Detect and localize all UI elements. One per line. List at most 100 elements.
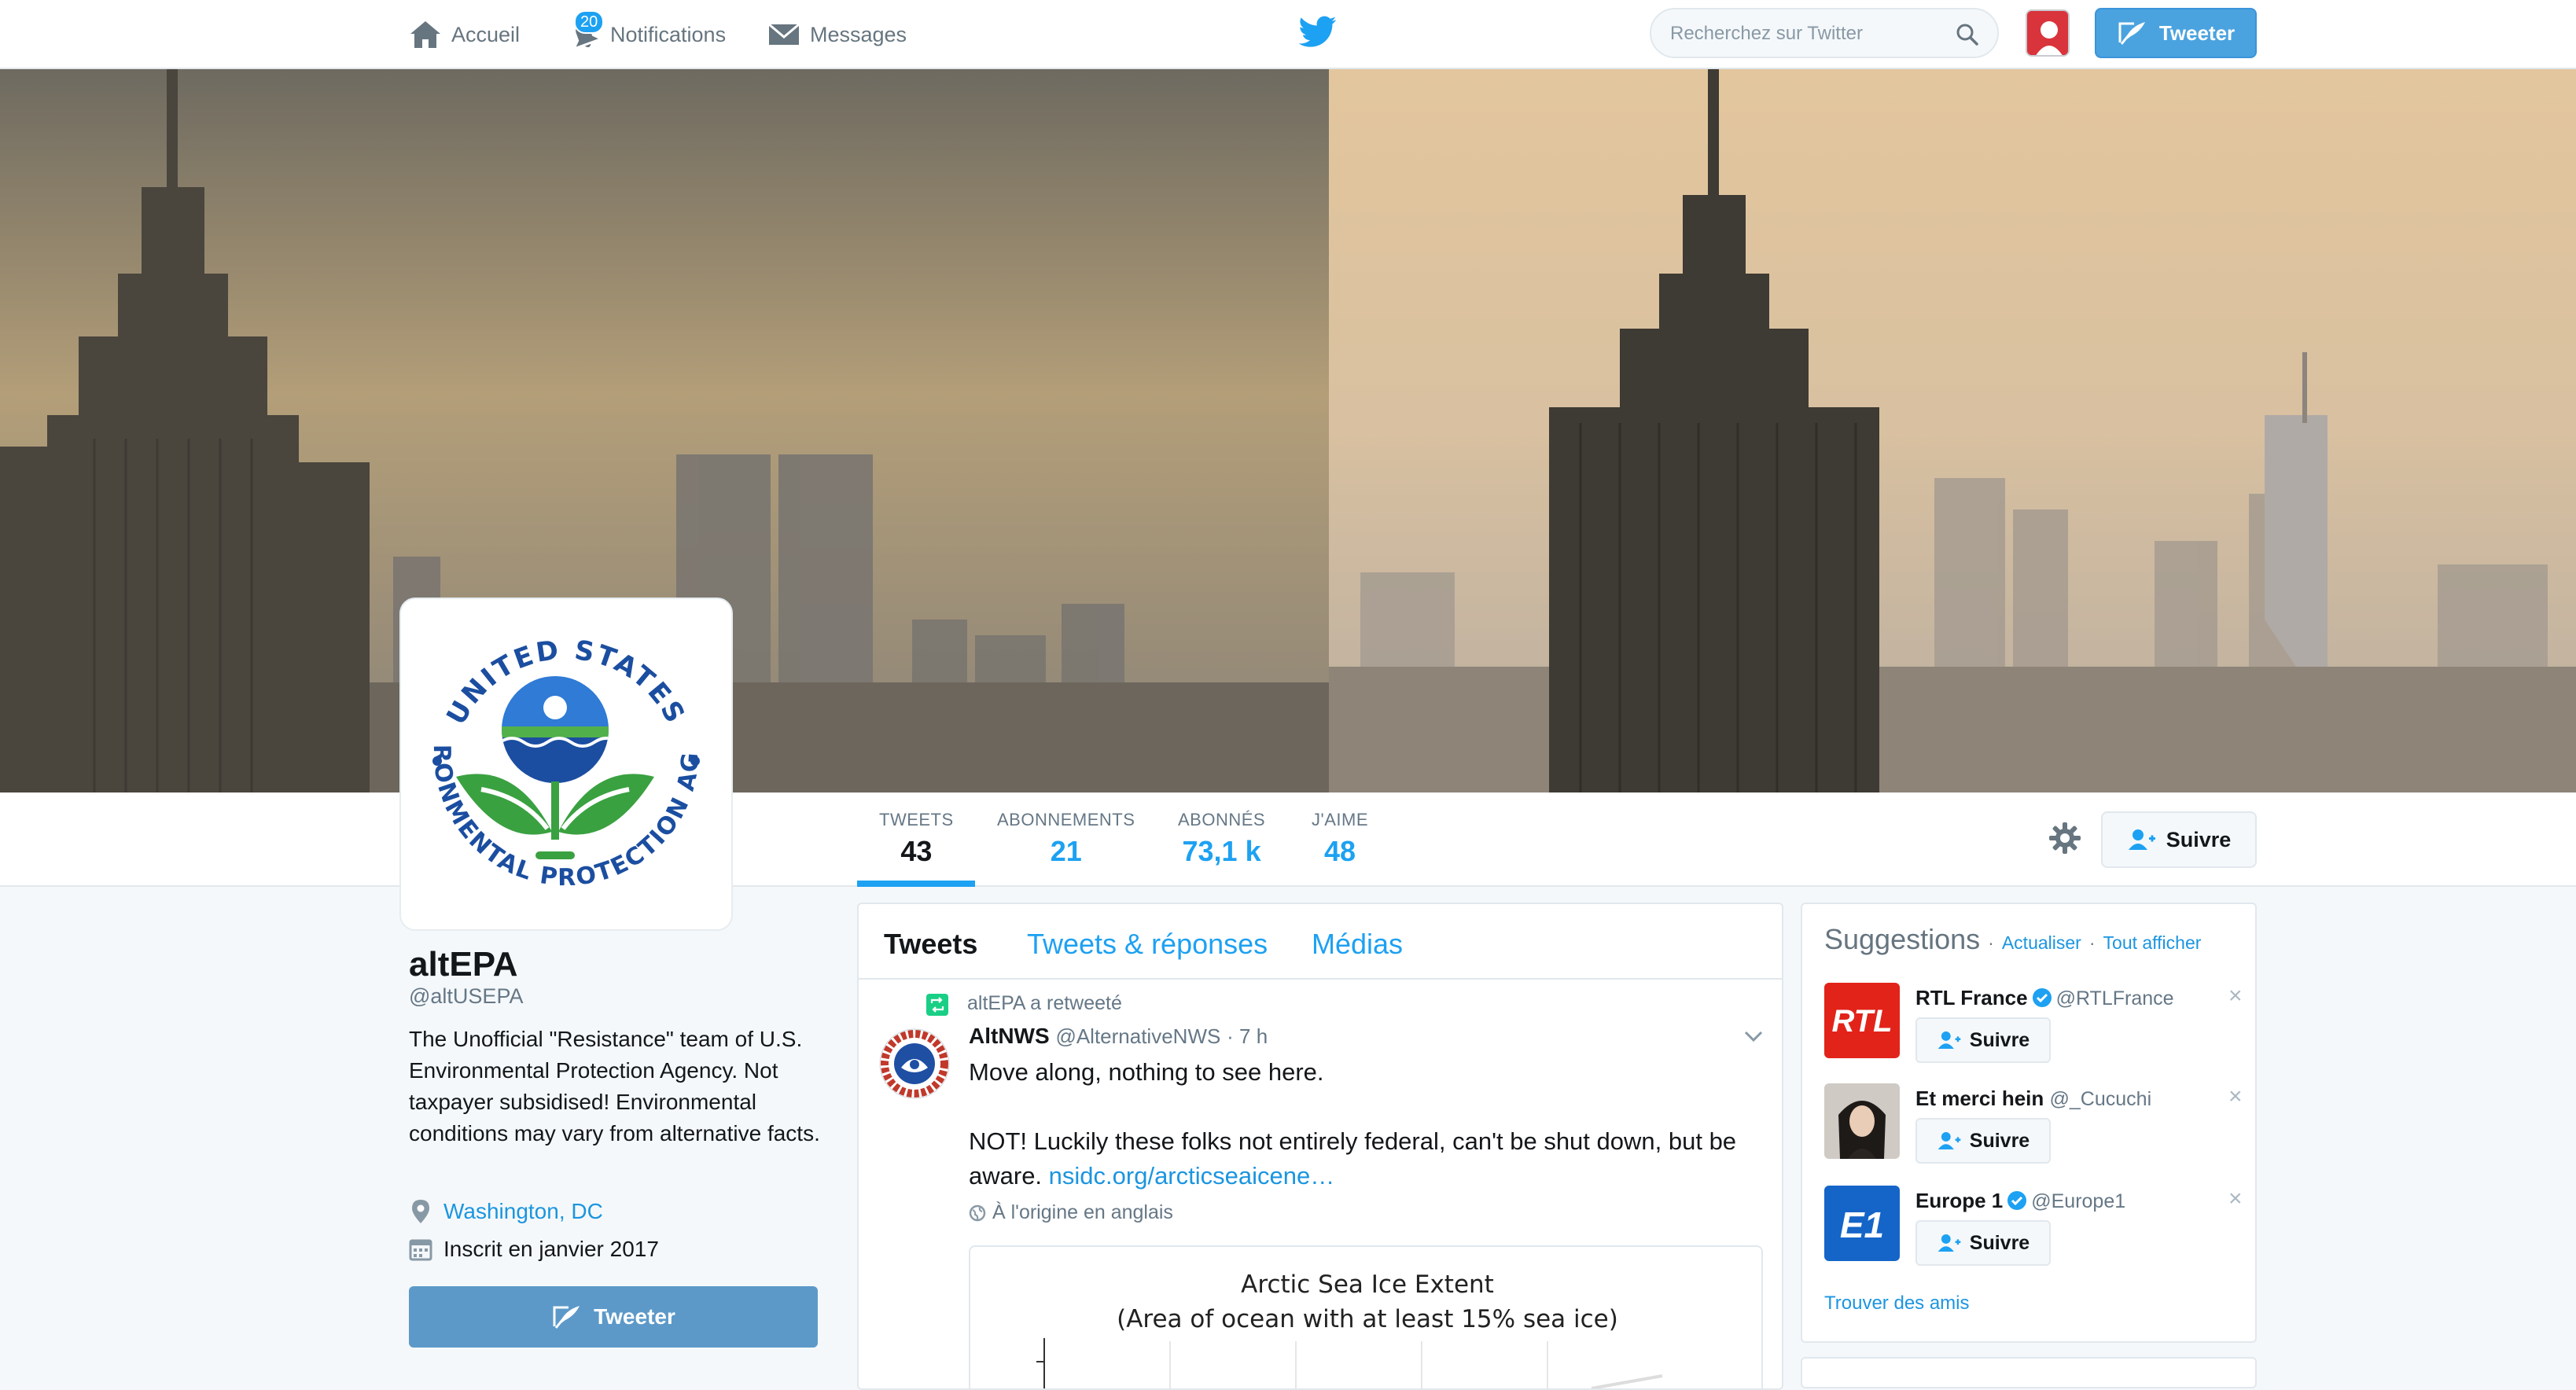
follow-user-icon <box>1938 1031 1961 1049</box>
profile-name[interactable]: altEPA <box>409 945 518 984</box>
tweet-to-user-button[interactable]: Tweeter <box>409 1286 818 1348</box>
stat-following[interactable]: ABONNEMENTS 21 <box>997 810 1135 868</box>
stat-likes-value: 48 <box>1323 835 1356 867</box>
tweet-text-line-1: Move along, nothing to see here. <box>969 1058 1324 1086</box>
stat-tweets-value: 43 <box>900 835 933 867</box>
trends-panel <box>1801 1357 2257 1388</box>
suggestion-name-line[interactable]: RTL France @RTLFrance <box>1915 986 2174 1010</box>
calendar-icon <box>409 1239 432 1261</box>
envelope-icon <box>766 17 802 53</box>
search-icon[interactable] <box>1955 22 1980 47</box>
suggestion-name-line[interactable]: Et merci hein @_Cucuchi <box>1915 1087 2151 1111</box>
tweet-text-line-2: NOT! Luckily these folks not entirely fe… <box>969 1124 1763 1193</box>
suggestion-follow-button[interactable]: Suivre <box>1915 1220 2051 1266</box>
follow-user-icon <box>1938 1132 1961 1149</box>
find-friends-link[interactable]: Trouver des amis <box>1824 1293 1970 1315</box>
verified-badge-icon <box>2032 988 2052 1007</box>
suggestion-name: Europe 1 <box>1915 1189 2004 1212</box>
nav-messages-label: Messages <box>810 22 907 46</box>
twitter-bird-icon[interactable] <box>1298 16 1337 50</box>
nav-home[interactable]: Accueil <box>407 14 520 55</box>
suggestions-header: Suggestions · Actualiser · Tout afficher <box>1824 923 2201 956</box>
suggestion-handle: @RTLFrance <box>2055 987 2174 1009</box>
stat-following-value: 21 <box>1050 835 1082 867</box>
suggestion-avatar-rtl[interactable]: RTL <box>1824 983 1900 1058</box>
suggestions-view-all-link[interactable]: Tout afficher <box>2103 932 2202 953</box>
search-input[interactable] <box>1670 20 1953 47</box>
tab-tweets[interactable]: Tweets <box>884 928 977 961</box>
suggestion-item: Et merci hein @_Cucuchi Suivre × <box>1824 1083 2249 1165</box>
suggestion-handle: @_Cucuchi <box>2049 1088 2152 1110</box>
suggestion-item: E1 Europe 1 @Europe1 Suivre × <box>1824 1186 2249 1267</box>
separator-dot: · <box>1988 932 1994 953</box>
timeline-tabs: Tweets Tweets & réponses Médias <box>859 904 1782 980</box>
tweet-to-user-label: Tweeter <box>594 1304 675 1329</box>
suggestion-follow-label: Suivre <box>1969 1028 2030 1051</box>
tab-media[interactable]: Médias <box>1312 928 1403 961</box>
suggestion-follow-button[interactable]: Suivre <box>1915 1118 2051 1164</box>
dismiss-close-icon[interactable]: × <box>2228 983 2243 1009</box>
suggestion-follow-label: Suivre <box>1969 1231 2030 1254</box>
stat-following-label: ABONNEMENTS <box>997 810 1135 829</box>
stat-followers[interactable]: ABONNÉS 73,1 k <box>1178 810 1265 868</box>
profile-handle[interactable]: @altUSEPA <box>409 984 523 1009</box>
tweet-author-handle[interactable]: @AlternativeNWS <box>1055 1024 1220 1048</box>
tweet-original-language[interactable]: À l'origine en anglais <box>969 1201 1173 1224</box>
bell-icon: 20 <box>566 10 605 53</box>
nav-notifications[interactable]: 20 Notifications <box>566 10 727 55</box>
compose-tweet-button[interactable]: Tweeter <box>2095 8 2257 58</box>
globe-icon <box>969 1204 986 1221</box>
suggestions-title: Suggestions <box>1824 923 1981 955</box>
tweet-media-chart-image[interactable]: Arctic Sea Ice Extent (Area of ocean wit… <box>969 1245 1763 1388</box>
suggestion-avatar-europe1[interactable]: E1 <box>1824 1186 1900 1261</box>
home-icon <box>407 17 443 53</box>
suggestion-item: RTL RTL France @RTLFrance Suivre × <box>1824 983 2249 1065</box>
compose-icon <box>2118 22 2145 45</box>
compose-tweet-label: Tweeter <box>2158 20 2236 45</box>
account-avatar[interactable] <box>2026 9 2070 57</box>
who-to-follow-panel: Suggestions · Actualiser · Tout afficher… <box>1801 903 2257 1343</box>
follow-button-label: Suivre <box>2166 827 2232 851</box>
verified-badge-icon <box>2007 1191 2027 1210</box>
retweet-note-text: altEPA a retweeté <box>967 992 1122 1014</box>
nav-home-label: Accueil <box>451 22 521 46</box>
suggestion-name: Et merci hein <box>1915 1087 2044 1110</box>
nav-messages[interactable]: Messages <box>766 14 907 55</box>
dismiss-close-icon[interactable]: × <box>2228 1083 2243 1110</box>
tweet-text: Move along, nothing to see here. NOT! Lu… <box>969 1055 1763 1193</box>
stat-tweets[interactable]: TWEETS 43 <box>879 810 954 868</box>
profile-banner-image <box>0 69 2576 792</box>
media-chart-frame <box>1036 1338 1663 1388</box>
chevron-down-icon[interactable] <box>1739 1022 1768 1050</box>
profile-avatar-epa-logo[interactable]: UNITED STATES ENVIRONMENTAL PROTECTION A… <box>395 583 731 929</box>
follow-user-icon <box>2128 829 2155 850</box>
gear-icon[interactable] <box>2048 821 2082 855</box>
suggestion-avatar-cucuchi[interactable] <box>1824 1083 1900 1159</box>
dismiss-close-icon[interactable]: × <box>2228 1186 2243 1212</box>
search-box <box>1650 8 1999 58</box>
europe1-logo-text: E1 <box>1840 1204 1884 1245</box>
stat-followers-label: ABONNÉS <box>1178 810 1266 829</box>
active-stat-underline <box>857 881 975 887</box>
profile-bio: The Unofficial "Resistance" team of U.S.… <box>409 1027 820 1145</box>
profile-location[interactable]: Washington, DC <box>409 1198 603 1225</box>
suggestions-refresh-link[interactable]: Actualiser <box>2002 932 2081 953</box>
profile-joined: Inscrit en janvier 2017 <box>409 1236 659 1263</box>
follow-button[interactable]: Suivre <box>2101 811 2257 868</box>
separator-dot: · <box>2088 932 2096 953</box>
suggestion-name-line[interactable]: Europe 1 @Europe1 <box>1915 1189 2125 1213</box>
compose-icon <box>553 1306 580 1329</box>
retweet-icon <box>926 994 948 1016</box>
tab-tweets-replies[interactable]: Tweets & réponses <box>1027 928 1268 961</box>
suggestion-follow-button[interactable]: Suivre <box>1915 1017 2051 1063</box>
profile-joined-text: Inscrit en janvier 2017 <box>443 1237 659 1261</box>
top-navigation-bar: Accueil 20 Notifications Messages Tweete… <box>0 0 2576 69</box>
rtl-logo-text: RTL <box>1831 1004 1892 1039</box>
location-pin-icon <box>412 1200 429 1223</box>
tweet-author-name[interactable]: AltNWS <box>969 1024 1050 1048</box>
tweet-link[interactable]: nsidc.org/arcticseaicene… <box>1049 1162 1335 1190</box>
stat-likes[interactable]: J'AIME 48 <box>1312 810 1368 868</box>
tweet-author-avatar[interactable] <box>879 1028 950 1099</box>
nav-notifications-label: Notifications <box>610 22 727 46</box>
tweet-timestamp[interactable]: · 7 h <box>1227 1024 1268 1048</box>
